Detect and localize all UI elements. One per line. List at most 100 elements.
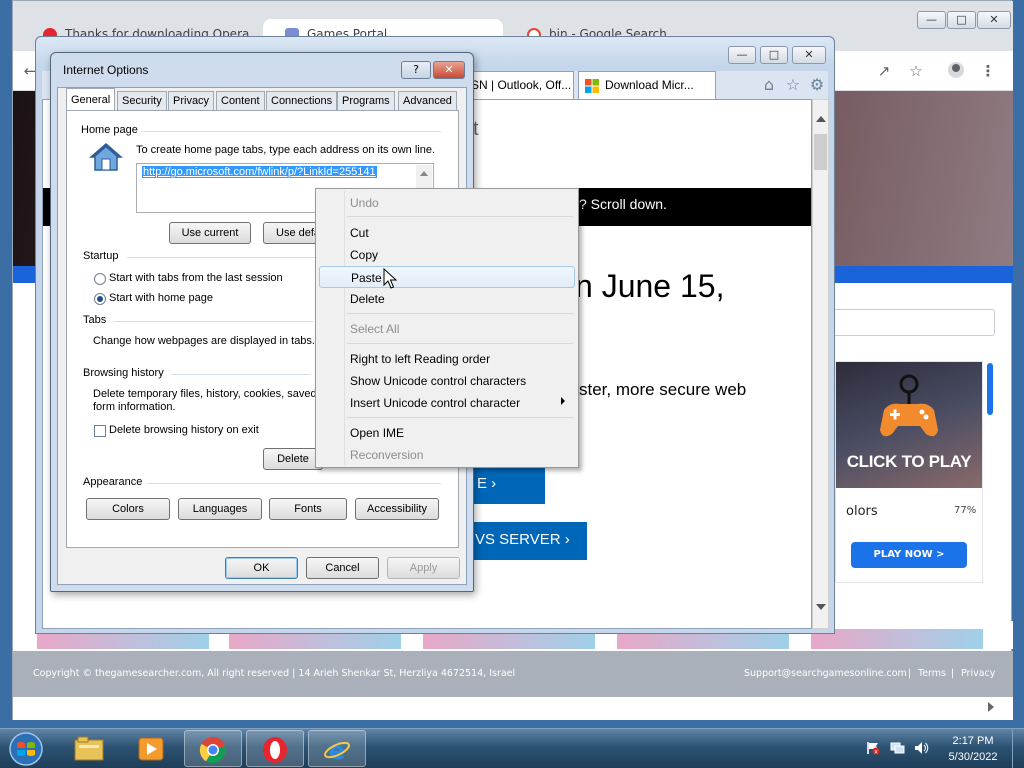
show-desktop-button[interactable]: [1012, 729, 1024, 768]
footer-support-link[interactable]: Support@searchgamesonline.com: [744, 668, 907, 679]
taskbar-explorer[interactable]: [60, 730, 118, 767]
ie-maximize-button[interactable]: □: [760, 46, 788, 64]
game-search-input[interactable]: [823, 309, 995, 336]
menu-item-paste[interactable]: Paste: [319, 266, 575, 288]
colors-button[interactable]: Colors: [86, 498, 170, 520]
ie-tab-outlook[interactable]: SN | Outlook, Off...: [462, 71, 574, 99]
menu-item-copy[interactable]: Copy: [319, 244, 575, 266]
game-scroll-indicator: [987, 363, 993, 415]
home-page-url-selected[interactable]: http://go.microsoft.com/fwlink/p/?LinkId…: [142, 166, 377, 178]
taskbar-chrome[interactable]: [184, 730, 242, 767]
click-to-play-banner: CLICK TO PLAY: [846, 452, 972, 471]
network-icon[interactable]: [890, 741, 906, 755]
ie-tab-download-microsoft[interactable]: Download Micr... ✕: [578, 71, 716, 99]
windows-taskbar: e x 2:17 PM 5/30/2022: [0, 728, 1024, 768]
home-icon[interactable]: ⌂: [758, 74, 780, 96]
ms-download-button[interactable]: E ›: [469, 466, 545, 504]
menu-item-delete[interactable]: Delete: [319, 288, 575, 310]
menu-item-select-all[interactable]: Select All: [319, 318, 575, 340]
tab-content[interactable]: Content: [216, 91, 265, 111]
taskbar-internet-explorer[interactable]: e: [308, 730, 366, 767]
home-page-house-icon: [89, 143, 123, 171]
game-thumbnail[interactable]: [811, 629, 983, 649]
ie-scroll-thumb[interactable]: [814, 134, 827, 170]
footer-terms-link[interactable]: Terms: [918, 668, 946, 679]
bookmark-star-icon[interactable]: ☆: [905, 60, 927, 82]
svg-text:x: x: [874, 749, 878, 756]
menu-item-insert-unicode[interactable]: Insert Unicode control character: [319, 392, 575, 414]
ie-tab-title: Download Micr...: [605, 78, 694, 92]
play-now-button[interactable]: PLAY NOW >: [851, 542, 967, 568]
menu-item-cut[interactable]: Cut: [319, 222, 575, 244]
dialog-close-button[interactable]: ✕: [433, 61, 465, 79]
tab-advanced[interactable]: Advanced: [398, 91, 457, 111]
use-default-button[interactable]: Use defa: [263, 222, 323, 244]
game-card-image[interactable]: CLICK TO PLAY: [836, 362, 982, 488]
tab-privacy[interactable]: Privacy: [168, 91, 215, 111]
mouse-cursor-icon: [383, 268, 397, 289]
taskbar-media-player[interactable]: [122, 730, 180, 767]
scroll-down-icon[interactable]: [816, 604, 826, 610]
tab-connections[interactable]: Connections: [266, 91, 338, 111]
action-center-flag-icon[interactable]: x: [866, 741, 880, 756]
apply-button[interactable]: Apply: [387, 557, 460, 579]
ie-tab-title: SN | Outlook, Off...: [471, 78, 572, 92]
dialog-title: Internet Options: [63, 63, 149, 77]
scroll-up-icon[interactable]: [816, 116, 826, 122]
chrome-minimize-button[interactable]: —: [917, 11, 946, 29]
system-clock[interactable]: 2:17 PM 5/30/2022: [942, 733, 1004, 765]
delete-on-exit-label[interactable]: Delete browsing history on exit: [109, 424, 259, 436]
ms-windows-server-button[interactable]: VS SERVER ›: [469, 522, 587, 560]
menu-item-show-unicode[interactable]: Show Unicode control characters: [319, 370, 575, 392]
menu-item-insert-unicode-label: Insert Unicode control character: [350, 396, 521, 410]
fonts-button[interactable]: Fonts: [269, 498, 347, 520]
tab-general[interactable]: General: [66, 88, 116, 112]
languages-button[interactable]: Languages: [178, 498, 262, 520]
chrome-menu-icon[interactable]: ⋮: [977, 60, 999, 82]
ie-minimize-button[interactable]: —: [728, 46, 756, 64]
ie-vertical-scrollbar[interactable]: [812, 99, 829, 629]
delete-history-button[interactable]: Delete: [263, 448, 323, 470]
game-card[interactable]: CLICK TO PLAY olors 77% PLAY NOW >: [835, 361, 983, 583]
ms-notice-text: ? Scroll down.: [579, 196, 667, 212]
menu-item-rtl-reading-order[interactable]: Right to left Reading order: [319, 348, 575, 370]
share-icon[interactable]: ↗: [873, 60, 895, 82]
chrome-close-button[interactable]: ✕: [977, 11, 1011, 29]
tab-programs[interactable]: Programs: [337, 91, 395, 111]
use-current-button[interactable]: Use current: [169, 222, 251, 244]
ms-headline: n June 15,: [575, 268, 725, 304]
chrome-horizontal-scrollbar[interactable]: [13, 697, 1013, 720]
delete-on-exit-checkbox[interactable]: [94, 425, 106, 437]
menu-item-undo[interactable]: Undo: [319, 192, 575, 214]
start-home-page-label[interactable]: Start with home page: [109, 292, 213, 304]
submenu-arrow-icon: [561, 397, 565, 405]
tabs-group-label: Tabs: [83, 314, 107, 326]
chrome-maximize-button[interactable]: □: [947, 11, 976, 29]
menu-item-reconversion[interactable]: Reconversion: [319, 444, 575, 466]
scroll-right-icon[interactable]: [988, 702, 994, 712]
game-title: olors: [846, 504, 878, 519]
radio-start-last-session[interactable]: [94, 273, 106, 285]
start-button-icon[interactable]: [4, 731, 48, 767]
accessibility-button[interactable]: Accessibility: [355, 498, 439, 520]
clock-time: 2:17 PM: [952, 735, 994, 747]
footer-privacy-link[interactable]: Privacy: [961, 668, 995, 679]
start-last-session-label[interactable]: Start with tabs from the last session: [109, 272, 283, 284]
appearance-group-label: Appearance: [83, 476, 143, 488]
cancel-button[interactable]: Cancel: [306, 557, 379, 579]
profile-avatar-icon[interactable]: [945, 60, 967, 82]
tab-security[interactable]: Security: [117, 91, 167, 111]
home-page-instruction: To create home page tabs, type each addr…: [136, 144, 436, 156]
browsing-history-desc-line2: form information.: [93, 401, 176, 413]
ok-button[interactable]: OK: [225, 557, 298, 579]
tools-gear-icon[interactable]: ⚙: [806, 74, 828, 96]
volume-icon[interactable]: [914, 741, 930, 755]
menu-item-open-ime[interactable]: Open IME: [319, 422, 575, 444]
opera-icon: [263, 737, 287, 763]
favorites-star-icon[interactable]: ☆: [782, 74, 804, 96]
internet-explorer-icon: e: [324, 737, 350, 764]
taskbar-opera[interactable]: [246, 730, 304, 767]
radio-start-home-page[interactable]: [94, 293, 106, 305]
dialog-help-button[interactable]: ?: [401, 61, 431, 79]
ie-close-button[interactable]: ✕: [792, 46, 826, 64]
